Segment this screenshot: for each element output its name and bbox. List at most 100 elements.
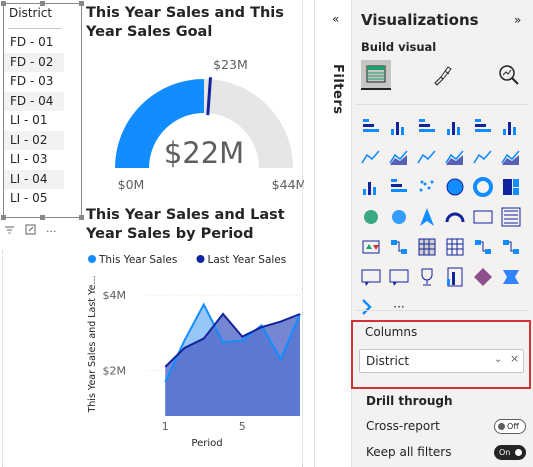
decomposition-tree-icon[interactable] [472,236,494,258]
table-icon[interactable] [416,236,438,258]
more-visuals-icon[interactable]: ··· [388,296,410,318]
azure-map-icon[interactable] [416,206,438,228]
y-tick-label: $2M [103,365,127,378]
qa-icon[interactable] [360,266,382,288]
build-visual-tab[interactable] [361,60,391,90]
viz-divider [355,104,529,105]
funnel-icon[interactable] [388,176,410,198]
legend-marker [88,255,96,263]
cross-report-toggle[interactable]: Off [494,419,526,434]
chevron-right-double-icon[interactable]: » [514,13,521,27]
focus-mode-icon[interactable] [25,224,36,238]
close-icon[interactable]: × [510,352,519,365]
clustered-column-icon[interactable] [444,116,466,138]
trophy-icon[interactable] [416,266,438,288]
toggle-knob [515,449,522,456]
pie-chart-icon[interactable] [444,176,466,198]
100-bar-icon[interactable] [472,116,494,138]
ribbon-chart-icon[interactable] [500,146,522,168]
matrix-icon[interactable] [444,236,466,258]
legend-label: This Year Sales [98,254,177,266]
slicer-item[interactable]: FD - 03 [4,72,64,92]
chevron-left-double-icon[interactable]: « [332,12,339,26]
gauge-title: This Year Sales and This Year Sales Goal [86,5,284,40]
line-chart-icon[interactable] [360,146,382,168]
resize-handle[interactable] [1,1,6,6]
power-automate-icon[interactable] [500,266,522,288]
y-axis-title: This Year Sales and Last Ye... [87,275,98,413]
slicer-list: FD - 01 FD - 02 FD - 03 FD - 04 LI - 01 LI - … [4,33,64,209]
district-field-pill[interactable]: District [366,354,409,368]
treemap-icon[interactable] [500,176,522,198]
toggle-state: Off [507,422,519,431]
y-tick-label: $4M [103,289,127,302]
paintbrush-icon [434,66,452,86]
slicer-item[interactable]: FD - 01 [4,33,64,53]
slicer-item[interactable]: LI - 02 [4,130,64,150]
area-chart-title: This Year Sales and Last Year Sales by P… [86,207,285,242]
paginated-report-icon[interactable] [444,266,466,288]
magnifier-chart-icon [499,65,519,85]
canvas-boundary-left [2,250,3,467]
toggle-knob [498,423,505,430]
stacked-area-icon[interactable] [416,146,438,168]
map-icon[interactable] [360,206,382,228]
keep-all-filters-toggle[interactable]: On [494,445,526,460]
waterfall-icon[interactable] [360,176,382,198]
slicer-icon[interactable] [388,236,410,258]
clustered-bar-icon[interactable] [416,116,438,138]
resize-handle[interactable] [79,1,84,6]
donut-icon[interactable] [472,176,494,198]
analytics-tab[interactable] [494,60,524,90]
legend-marker [196,255,205,263]
slicer-item[interactable]: LI - 04 [4,169,64,189]
area-chart-icon[interactable] [388,146,410,168]
x-tick-label: 1 [162,420,169,433]
resize-handle[interactable] [1,215,6,220]
columns-label: Columns [365,325,418,339]
chevron-down-icon[interactable]: ⌄ [494,354,502,365]
line-column-icon[interactable] [444,146,466,168]
gauge-chart[interactable]: $22M $0M $44M $23M [86,50,304,200]
slicer-item[interactable]: FD - 04 [4,91,64,111]
slicer-item[interactable]: LI - 05 [4,189,64,209]
visual-header-toolbar: ··· [4,224,84,238]
cross-report-label: Cross-report [366,419,440,433]
area-chart[interactable]: This Year Sales Last Year Sales $2M $4M 1 5 Pe… [84,248,306,453]
format-visual-tab[interactable] [428,60,458,90]
legend-label: Last Year Sales [208,254,287,266]
scatter-icon[interactable] [416,176,438,198]
gauge-icon[interactable] [444,206,466,228]
slicer-item[interactable]: LI - 01 [4,111,64,131]
more-options-icon[interactable]: ··· [46,225,57,238]
build-visual-label: Build visual [361,40,437,54]
table-build-icon [366,65,386,83]
gauge-target-label: $23M [213,57,248,72]
slicer-item[interactable]: LI - 03 [4,150,64,170]
filter-icon[interactable] [4,225,15,238]
resize-handle[interactable] [40,215,45,220]
kpi-icon[interactable] [360,236,382,258]
x-tick-label: 5 [239,420,246,433]
filled-map-icon[interactable] [388,206,410,228]
stacked-bar-icon[interactable] [360,116,382,138]
smart-narrative-icon[interactable] [388,266,410,288]
gauge-value-label: $22M [164,136,244,170]
chevron-visual-icon[interactable] [360,296,382,318]
100-column-icon[interactable] [500,116,522,138]
drill-through-heading: Drill through [366,394,453,408]
area-last-year[interactable] [165,314,300,416]
slicer-item[interactable]: FD - 02 [4,52,64,72]
viz-divider [355,310,529,311]
power-apps-icon[interactable] [472,266,494,288]
filters-label[interactable]: Filters [330,64,345,114]
card-icon[interactable] [472,206,494,228]
multirow-card-icon[interactable] [500,206,522,228]
slicer-title: District [9,6,53,20]
resize-handle[interactable] [79,215,84,220]
key-influencers-icon[interactable] [500,236,522,258]
x-axis-title: Period [191,438,222,449]
line-clustered-icon[interactable] [472,146,494,168]
stacked-column-icon[interactable] [388,116,410,138]
visualizations-title: Visualizations [361,11,479,29]
